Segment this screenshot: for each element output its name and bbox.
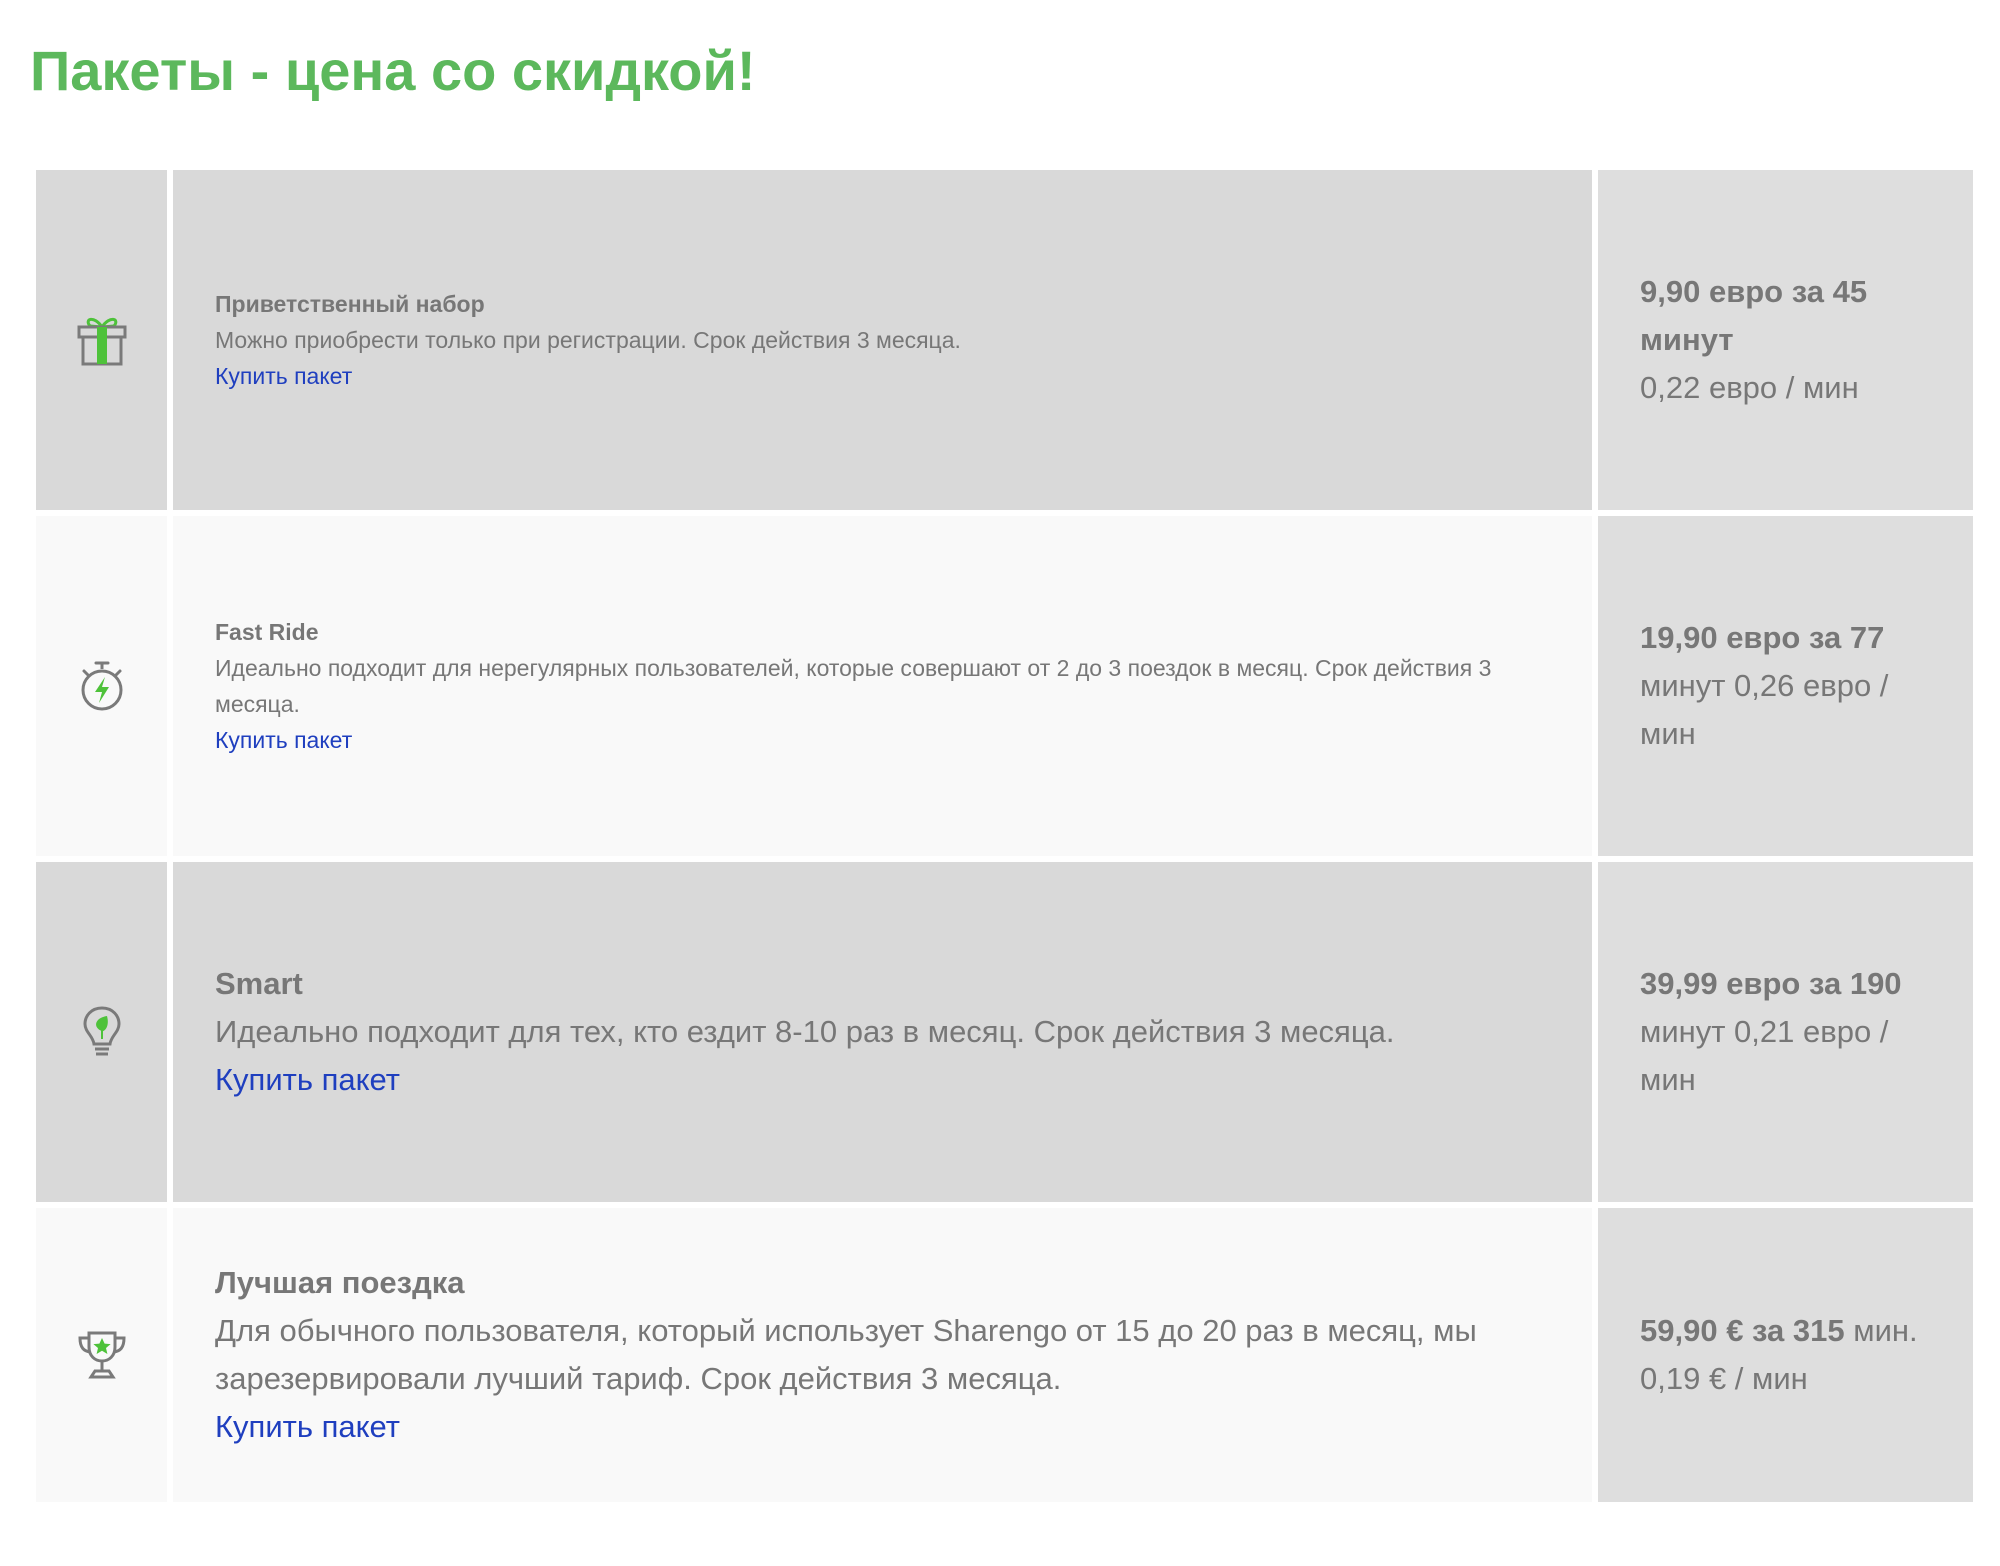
package-price-cell: 39,99 евро за 190 минут 0,21 евро / мин (1598, 862, 1973, 1202)
package-price-per-minute: минут 0,26 евро / мин (1640, 668, 1889, 751)
buy-package-link[interactable]: Купить пакет (215, 1056, 400, 1104)
package-price: 39,99 евро за 190 минут 0,21 евро / мин (1640, 960, 1945, 1104)
package-info-cell: Smart Идеально подходит для тех, кто езд… (173, 862, 1592, 1202)
package-icon-cell (36, 862, 167, 1202)
package-title: Fast Ride (215, 619, 319, 645)
package-price-main: 9,90 евро за 45 минут (1640, 274, 1868, 357)
buy-package-link[interactable]: Купить пакет (215, 1403, 400, 1451)
package-row-best-ride: Лучшая поездка Для обычного пользователя… (36, 1208, 1973, 1502)
package-row-smart: Smart Идеально подходит для тех, кто езд… (36, 862, 1973, 1202)
package-price-cell: 59,90 € за 315 мин. 0,19 € / мин (1598, 1208, 1973, 1502)
package-info-cell: Fast Ride Идеально подходит для нерегуля… (173, 516, 1592, 856)
package-description: Для обычного пользователя, который испол… (215, 1313, 1477, 1396)
trophy-icon (76, 1329, 128, 1381)
package-info-cell: Приветственный набор Можно приобрести то… (173, 170, 1592, 510)
package-icon-cell (36, 170, 167, 510)
package-description: Идеально подходит для нерегулярных польз… (215, 655, 1492, 717)
gift-icon (76, 313, 128, 367)
package-price: 59,90 € за 315 мин. 0,19 € / мин (1640, 1307, 1945, 1403)
stopwatch-icon (79, 660, 125, 712)
package-price-main: 19,90 евро за 77 (1640, 620, 1885, 655)
package-title: Smart (215, 966, 303, 1001)
package-price: 9,90 евро за 45 минут 0,22 евро / мин (1640, 268, 1945, 412)
package-price-main: 59,90 € за 315 (1640, 1313, 1845, 1348)
package-description: Можно приобрести только при регистрации.… (215, 327, 961, 353)
package-price-per-minute: минут 0,21 евро / мин (1640, 1014, 1889, 1097)
package-price-per-minute: 0,22 евро / мин (1640, 370, 1859, 405)
package-price-cell: 9,90 евро за 45 минут 0,22 евро / мин (1598, 170, 1973, 510)
package-title: Приветственный набор (215, 291, 485, 317)
lightbulb-icon (82, 1005, 122, 1059)
package-icon-cell (36, 516, 167, 856)
package-icon-cell (36, 1208, 167, 1502)
package-row-fast-ride: Fast Ride Идеально подходит для нерегуля… (36, 516, 1973, 856)
package-price-main: 39,99 евро за 190 (1640, 966, 1902, 1001)
package-description: Идеально подходит для тех, кто ездит 8-1… (215, 1014, 1395, 1049)
buy-package-link[interactable]: Купить пакет (215, 358, 352, 394)
package-price: 19,90 евро за 77 минут 0,26 евро / мин (1640, 614, 1945, 758)
package-row-welcome: Приветственный набор Можно приобрести то… (36, 170, 1973, 510)
buy-package-link[interactable]: Купить пакет (215, 722, 352, 758)
package-title: Лучшая поездка (215, 1265, 465, 1300)
page-title: Пакеты - цена со скидкой! (30, 39, 756, 102)
package-price-cell: 19,90 евро за 77 минут 0,26 евро / мин (1598, 516, 1973, 856)
package-info-cell: Лучшая поездка Для обычного пользователя… (173, 1208, 1592, 1502)
